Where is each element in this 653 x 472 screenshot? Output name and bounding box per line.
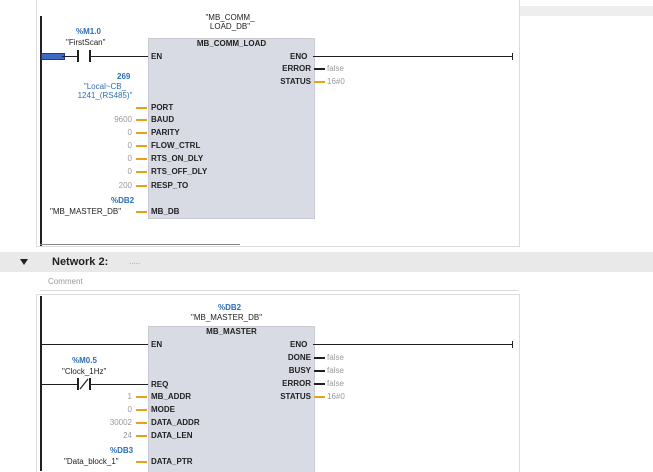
n1-status-wire (314, 81, 325, 83)
n2-instance-address[interactable]: %DB2 (218, 303, 241, 313)
n1-port-number[interactable]: 269 (117, 72, 130, 82)
n1-port-name[interactable]: "Local~CB_ 1241_(RS485)" (72, 82, 138, 100)
n2-data-addr-value[interactable]: 30002 (94, 418, 132, 428)
n1-baud-pin: BAUD (151, 115, 175, 124)
n1-contact-address[interactable]: %M1.0 (76, 27, 101, 37)
network-2-comment-text: Comment (48, 277, 83, 286)
n1-contact-name[interactable]: "FirstScan" (66, 38, 105, 48)
n1-mb-db-wire (136, 211, 147, 213)
n1-block-title: MB_COMM_LOAD (196, 39, 267, 48)
n1-resp-to-value[interactable]: 200 (94, 181, 132, 191)
n2-contact-name[interactable]: "Clock_1Hz" (62, 367, 106, 377)
n2-mode-wire (136, 409, 147, 411)
n1-port-pin: PORT (151, 103, 174, 112)
n2-data-ptr-address[interactable]: %DB3 (110, 446, 133, 456)
n2-data-ptr-name[interactable]: "Data_block_1" (64, 457, 119, 467)
n2-output-status-value[interactable]: 16#0 (327, 392, 345, 402)
network-1-power-rail (40, 16, 42, 246)
n2-output-error-pin: ERROR (282, 379, 311, 388)
n1-parity-value[interactable]: 0 (94, 128, 132, 138)
n1-parity-wire (136, 132, 147, 134)
n1-output-error-pin: ERROR (282, 64, 311, 73)
n2-done-wire (314, 357, 325, 359)
n2-output-busy-pin: BUSY (288, 366, 311, 375)
n1-rts-on-dly-pin: RTS_ON_DLY (151, 154, 204, 163)
n2-output-done-value[interactable]: false (327, 353, 344, 363)
n1-output-status-value[interactable]: 16#0 (327, 77, 345, 87)
network-2-title[interactable]: ..... (129, 257, 140, 267)
n1-en-wire (62, 56, 148, 57)
n2-data-addr-pin: DATA_ADDR (151, 418, 200, 427)
n1-rts-off-dly-wire (136, 171, 147, 173)
n1-output-status-pin: STATUS (280, 77, 311, 86)
n1-eno-wire (313, 56, 513, 57)
n1-baud-wire (136, 119, 147, 121)
n2-mode-pin: MODE (151, 405, 175, 414)
n2-mb-addr-pin: MB_ADDR (151, 392, 191, 401)
n2-instance-db[interactable]: "MB_MASTER_DB" (191, 313, 262, 323)
n1-right-rail-tick (512, 53, 513, 60)
n1-resp-to-wire (136, 185, 147, 187)
n2-output-done-pin: DONE (287, 353, 311, 362)
n2-en-pin: EN (151, 340, 163, 349)
n2-contact-address[interactable]: %M0.5 (72, 356, 97, 366)
network-2-label: Network 2: (52, 256, 109, 268)
n2-data-ptr-wire (136, 461, 147, 463)
slash-icon (79, 378, 89, 390)
n2-data-len-pin: DATA_LEN (151, 431, 193, 440)
n2-req-pin: REQ (151, 380, 169, 389)
n2-output-error-value[interactable]: false (327, 379, 344, 389)
n2-data-ptr-pin: DATA_PTR (151, 457, 193, 466)
n2-data-len-value[interactable]: 24 (94, 431, 132, 441)
n1-en-pin: EN (151, 52, 163, 61)
n2-mb-addr-value[interactable]: 1 (94, 392, 132, 402)
n2-error-wire (314, 383, 325, 385)
n1-parity-pin: PARITY (151, 128, 180, 137)
n2-en-wire (41, 344, 148, 345)
n1-port-wire (136, 107, 147, 109)
collapse-triangle-icon[interactable] (20, 259, 28, 265)
n1-flow-ctrl-wire (136, 145, 147, 147)
n1-resp-to-pin: RESP_TO (151, 181, 189, 190)
n2-mode-value[interactable]: 0 (94, 405, 132, 415)
network-2-header[interactable]: Network 2: ..... (0, 252, 653, 272)
n1-eno-pin: ENO (290, 52, 308, 61)
n2-eno-wire (313, 344, 513, 345)
n1-output-error-value[interactable]: false (327, 64, 344, 74)
n1-mb-db-pin: MB_DB (151, 207, 180, 216)
n1-normally-open-contact[interactable] (77, 50, 91, 62)
n1-instance-db[interactable]: "MB_COMM_ LOAD_DB" (205, 13, 255, 31)
n2-block-title: MB_MASTER (206, 327, 257, 336)
n2-mb-addr-wire (136, 396, 147, 398)
n2-status-wire (314, 396, 325, 398)
n1-mb-db-name[interactable]: "MB_MASTER_DB" (50, 207, 121, 217)
n2-right-rail-tick (512, 341, 513, 348)
n1-rts-on-dly-wire (136, 158, 147, 160)
n2-data-addr-wire (136, 422, 147, 424)
n2-req-wire (41, 384, 148, 385)
n1-mb-db-address[interactable]: %DB2 (111, 196, 134, 206)
n1-error-wire (314, 68, 325, 70)
network-2-comment[interactable]: Comment (40, 274, 518, 291)
n2-eno-pin: ENO (290, 340, 308, 349)
network-1-rail-bottom (40, 244, 240, 245)
n2-data-len-wire (136, 435, 147, 437)
n1-flow-ctrl-value[interactable]: 0 (94, 141, 132, 151)
n2-busy-wire (314, 370, 325, 372)
n2-normally-closed-contact[interactable] (77, 378, 91, 390)
n1-baud-value[interactable]: 9600 (94, 115, 132, 125)
n1-rts-off-dly-value[interactable]: 0 (94, 167, 132, 177)
n1-rts-on-dly-value[interactable]: 0 (94, 154, 132, 164)
n1-flow-ctrl-pin: FLOW_CTRL (151, 141, 201, 150)
n1-rts-off-dly-pin: RTS_OFF_DLY (151, 167, 208, 176)
n2-output-status-pin: STATUS (280, 392, 311, 401)
n2-output-busy-value[interactable]: false (327, 366, 344, 376)
